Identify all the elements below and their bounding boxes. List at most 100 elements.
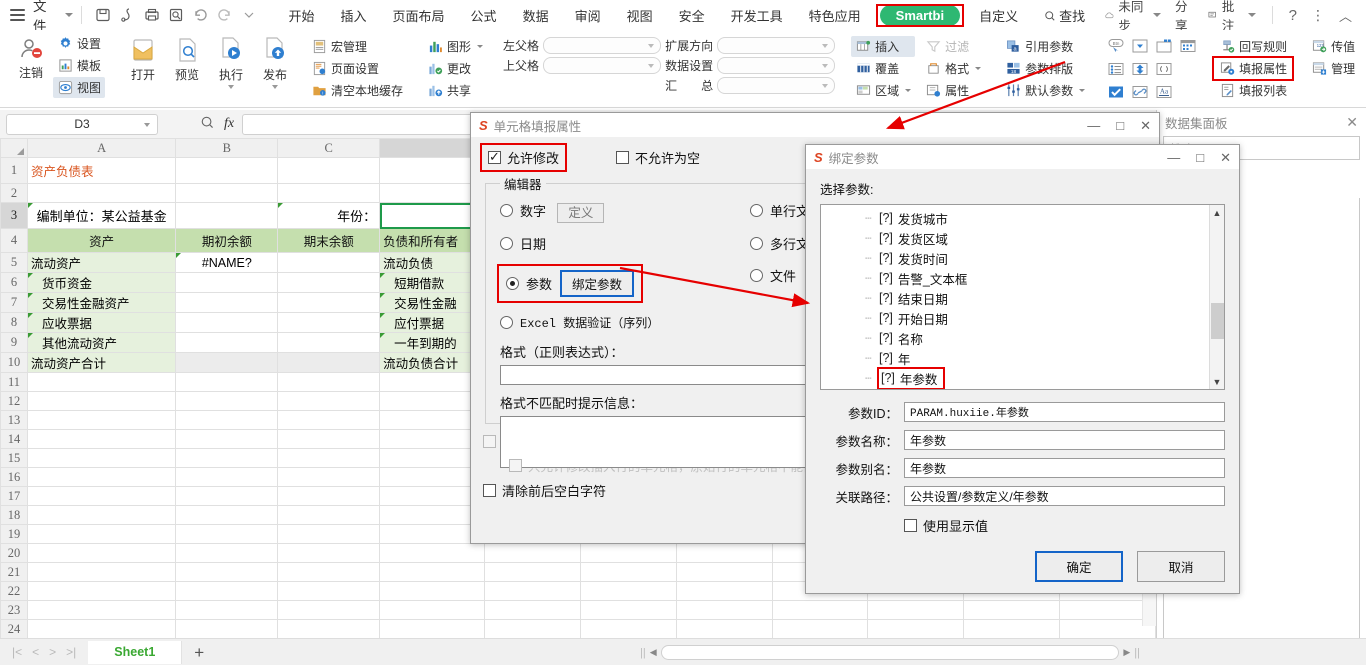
- row-header-6[interactable]: 6: [1, 273, 28, 293]
- list-item[interactable]: ┄[?]告警_文本框: [821, 268, 1224, 288]
- execute-button[interactable]: 执行: [209, 33, 253, 89]
- cell-D17[interactable]: [380, 487, 485, 506]
- chevron-down-icon[interactable]: [272, 85, 278, 89]
- help-button[interactable]: ?: [1283, 4, 1303, 27]
- cell-A9[interactable]: 其他流动资产: [27, 333, 175, 353]
- fill-property-button[interactable]: 填报属性: [1215, 58, 1291, 79]
- minimize-icon[interactable]: —: [1087, 119, 1100, 132]
- horizontal-scrollbar-thumb[interactable]: [661, 645, 1120, 660]
- cell-C8[interactable]: [278, 313, 380, 333]
- summary-select[interactable]: [717, 77, 835, 94]
- cell-B8[interactable]: [176, 313, 278, 333]
- chart-change-button[interactable]: 更改: [423, 58, 487, 79]
- cell-J23[interactable]: [964, 601, 1060, 620]
- cell-F23[interactable]: [580, 601, 676, 620]
- cell-D4[interactable]: 负债和所有者: [380, 229, 485, 253]
- save-icon[interactable]: [90, 4, 114, 26]
- bind-cancel-button[interactable]: 取消: [1137, 551, 1225, 582]
- cell-B2[interactable]: [176, 184, 278, 203]
- cell-G24[interactable]: [676, 620, 772, 639]
- cell-B6[interactable]: [176, 273, 278, 293]
- row-header-16[interactable]: 16: [1, 468, 28, 487]
- cell-D2[interactable]: [380, 184, 485, 203]
- cell-A22[interactable]: [27, 582, 175, 601]
- minimize-icon[interactable]: —: [1167, 151, 1180, 164]
- print-preview-icon[interactable]: [164, 4, 188, 26]
- cell-E21[interactable]: [484, 563, 580, 582]
- row-header-5[interactable]: 5: [1, 253, 28, 273]
- cell-A6[interactable]: 货币资金: [27, 273, 175, 293]
- checkbox-control-icon[interactable]: [1105, 82, 1126, 102]
- cell-C2[interactable]: [278, 184, 380, 203]
- use-display-value-checkbox[interactable]: 使用显示值: [904, 516, 988, 535]
- cell-C3[interactable]: 年份：: [278, 203, 380, 229]
- cell-D11[interactable]: [380, 373, 485, 392]
- not-allow-empty-checkbox[interactable]: 不允许为空: [616, 148, 700, 167]
- cell-C6[interactable]: [278, 273, 380, 293]
- cell-A17[interactable]: [27, 487, 175, 506]
- cell-A8[interactable]: 应收票据: [27, 313, 175, 333]
- chart-share-button[interactable]: 共享: [423, 80, 487, 101]
- tab-start[interactable]: 开始: [276, 2, 328, 29]
- cell-C24[interactable]: [278, 620, 380, 639]
- add-sheet-button[interactable]: +: [182, 644, 216, 661]
- pass-value-button[interactable]: 123 传值: [1307, 36, 1359, 57]
- cell-D6[interactable]: 短期借款: [380, 273, 485, 293]
- cell-D16[interactable]: [380, 468, 485, 487]
- cell-E24[interactable]: [484, 620, 580, 639]
- list-item[interactable]: ┄[?]结束日期: [821, 288, 1224, 308]
- insert-button[interactable]: 插入: [851, 36, 915, 57]
- cell-C17[interactable]: [278, 487, 380, 506]
- cell-C9[interactable]: [278, 333, 380, 353]
- redo-icon[interactable]: [213, 4, 237, 26]
- cell-A5[interactable]: 流动资产: [27, 253, 175, 273]
- sheet-tab-sheet1[interactable]: Sheet1: [88, 641, 182, 664]
- region-button[interactable]: 区域: [851, 80, 915, 101]
- cell-A4[interactable]: 资产: [27, 229, 175, 253]
- list-item[interactable]: ┄[?]发货区域: [821, 228, 1224, 248]
- tab-dev-tools[interactable]: 开发工具: [718, 2, 796, 29]
- insert-function-icon[interactable]: [200, 115, 215, 133]
- chevron-down-icon[interactable]: [1153, 13, 1161, 17]
- tab-security[interactable]: 安全: [666, 2, 718, 29]
- cell-A10[interactable]: 流动资产合计: [27, 353, 175, 373]
- collapse-ribbon-button[interactable]: ︿: [1333, 3, 1358, 28]
- first-sheet-icon[interactable]: |<: [12, 645, 22, 659]
- close-icon[interactable]: ✕: [1140, 119, 1151, 132]
- filter-button[interactable]: 过滤: [921, 36, 985, 57]
- scroll-grip-right[interactable]: ||: [1134, 647, 1140, 659]
- cell-D1[interactable]: [380, 158, 485, 184]
- cell-B24[interactable]: [176, 620, 278, 639]
- cell-D20[interactable]: [380, 544, 485, 563]
- row-header-15[interactable]: 15: [1, 449, 28, 468]
- cell-C11[interactable]: [278, 373, 380, 392]
- row-header-22[interactable]: 22: [1, 582, 28, 601]
- cell-B14[interactable]: [176, 430, 278, 449]
- last-sheet-icon[interactable]: >|: [66, 645, 76, 659]
- tab-review[interactable]: 审阅: [562, 2, 614, 29]
- cell-C23[interactable]: [278, 601, 380, 620]
- chart-button[interactable]: 图形: [423, 36, 487, 57]
- cell-D23[interactable]: [380, 601, 485, 620]
- allow-edit-checkbox[interactable]: 允许修改: [488, 148, 559, 167]
- open-button[interactable]: 打开: [121, 33, 165, 83]
- cell-C10[interactable]: [278, 353, 380, 373]
- param-id-value[interactable]: PARAM.huxiie.年参数: [904, 402, 1225, 422]
- cell-J24[interactable]: [964, 620, 1060, 639]
- prev-sheet-icon[interactable]: <: [32, 645, 39, 659]
- horizontal-scrollbar[interactable]: || ◀ ▶ ||: [640, 642, 1140, 663]
- cell-D14[interactable]: [380, 430, 485, 449]
- row-header-7[interactable]: 7: [1, 293, 28, 313]
- tab-featured-apps[interactable]: 特色应用: [796, 2, 874, 29]
- cell-A18[interactable]: [27, 506, 175, 525]
- scroll-down-icon[interactable]: ▼: [1210, 374, 1224, 389]
- cell-D5[interactable]: 流动负债: [380, 253, 485, 273]
- cell-G22[interactable]: [676, 582, 772, 601]
- chevron-down-icon[interactable]: [228, 85, 234, 89]
- cell-F21[interactable]: [580, 563, 676, 582]
- row-header-18[interactable]: 18: [1, 506, 28, 525]
- cell-A1[interactable]: 资产负债表: [27, 158, 175, 184]
- cell-B19[interactable]: [176, 525, 278, 544]
- column-header-d[interactable]: [380, 139, 485, 158]
- cell-B7[interactable]: [176, 293, 278, 313]
